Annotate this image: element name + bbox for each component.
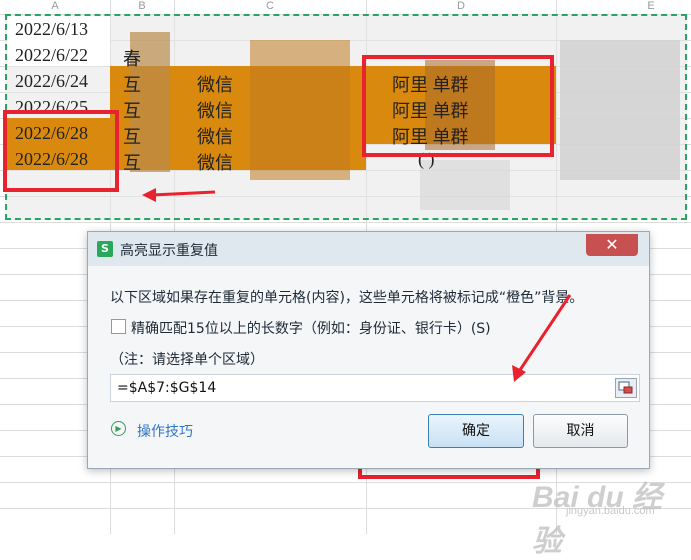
arrow-to-column-a bbox=[142, 188, 216, 202]
arrow-to-ok-button bbox=[512, 294, 572, 382]
baidu-watermark-url: jingyan.baidu.com bbox=[566, 505, 655, 517]
annotation-arrows bbox=[142, 188, 572, 382]
